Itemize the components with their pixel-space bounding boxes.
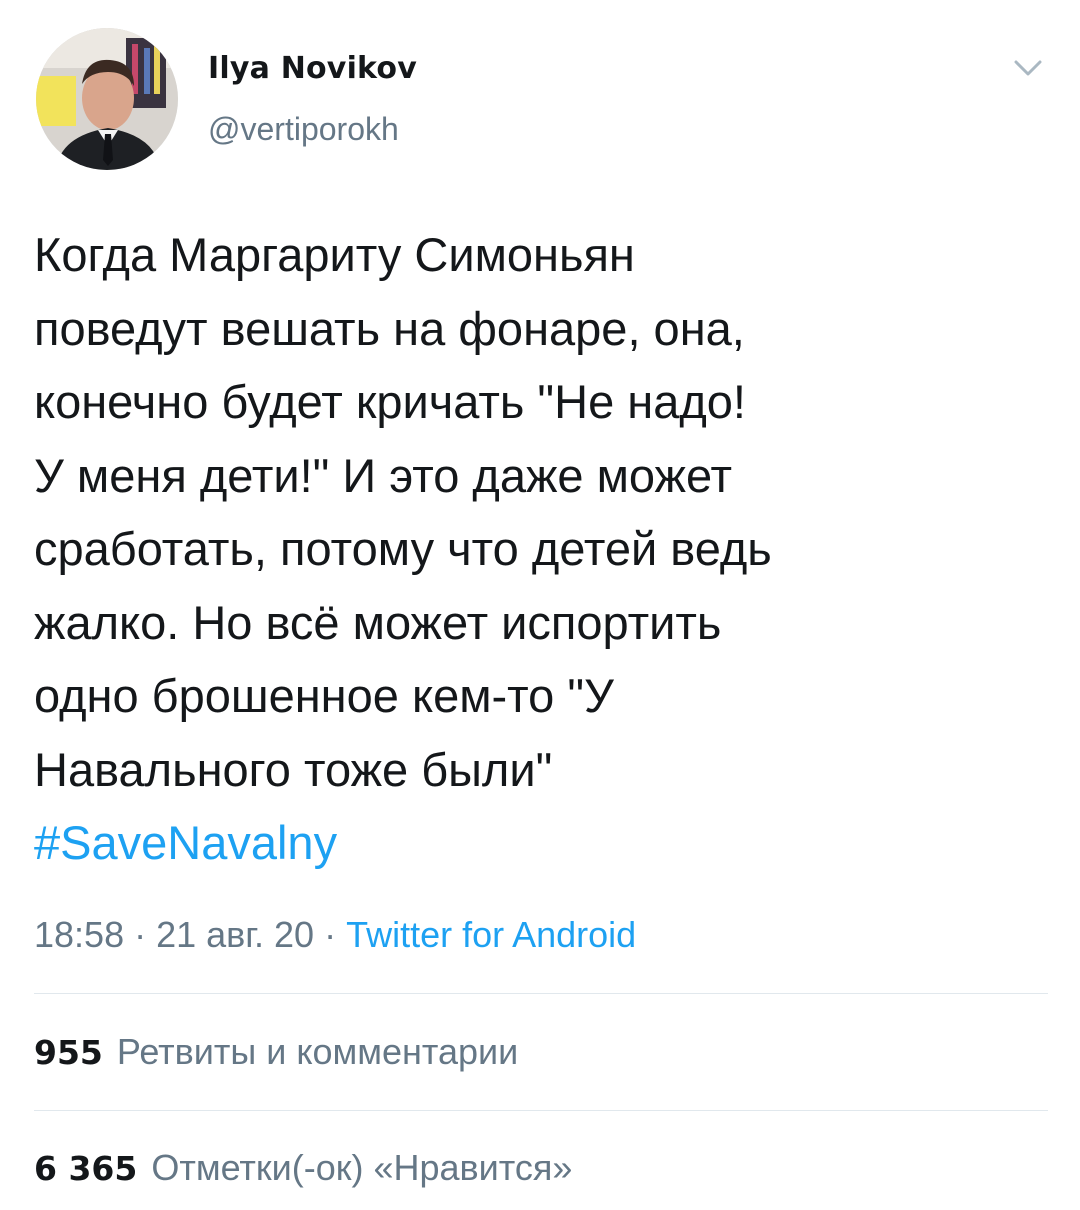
meta-separator: · [124,914,157,955]
tweet-source-link[interactable]: Twitter for Android [346,914,636,955]
divider [34,993,1048,994]
likes-label: Отметки(-ок) «Нравится» [151,1147,573,1188]
retweets-count: 955 [34,1033,103,1072]
avatar[interactable] [36,28,178,170]
tweet-text-line: поведут вешать на фонаре, она, [34,301,745,355]
likes-count: 6 365 [34,1149,138,1188]
meta-separator: · [314,914,347,955]
tweet-text-line: Навального тоже были" [34,742,553,796]
avatar-photo [36,28,178,170]
tweet-text-line: жалко. Но всё может испортить [34,595,722,649]
tweet-text-line: Когда Маргариту Симоньян [34,228,635,281]
tweet-date[interactable]: 21 авг. 20 [156,914,314,955]
tweet-detail: Ilya Novikov @vertiporokh Когда Маргарит… [0,0,1080,1210]
tweet-header: Ilya Novikov @vertiporokh [36,28,1046,178]
tweet-text: Когда Маргариту Симоньян поведут вешать … [34,218,1044,880]
likes-stat[interactable]: 6 365 Отметки(-ок) «Нравится» [34,1144,572,1193]
tweet-text-line: У меня дети!" И это даже может [34,448,733,502]
display-name[interactable]: Ilya Novikov [208,50,417,88]
user-block[interactable]: Ilya Novikov @vertiporokh [208,50,417,148]
divider [34,1110,1048,1111]
tweet-text-line: одно брошенное кем-то "У [34,669,614,722]
tweet-text-line: сработать, потому что детей ведь [34,522,772,575]
tweet-meta: 18:58 · 21 авг. 20 · Twitter for Android [34,908,636,962]
chevron-down-icon[interactable] [1010,56,1046,80]
hashtag-link[interactable]: #SaveNavalny [34,806,1044,880]
retweets-stat[interactable]: 955 Ретвиты и комментарии [34,1028,518,1077]
tweet-time[interactable]: 18:58 [34,914,124,955]
user-handle[interactable]: @vertiporokh [208,110,417,148]
retweets-label: Ретвиты и комментарии [116,1031,519,1072]
tweet-text-line: конечно будет кричать "Не надо! [34,375,746,428]
